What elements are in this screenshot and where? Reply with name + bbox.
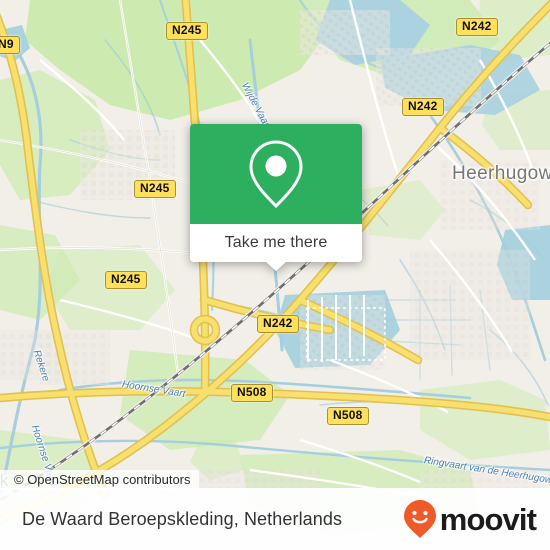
place-title: De Waard Beroepskleding, Netherlands	[22, 508, 343, 529]
map-vector-layer	[0, 0, 550, 550]
road-shield-n242-1: N242	[456, 18, 498, 36]
place-popup-card[interactable]: Take me there	[190, 124, 362, 271]
take-me-there-label: Take me there	[224, 234, 328, 251]
road-shield-n9-2: N9	[0, 36, 20, 54]
map-screenshot-root: N245 N242 N9 N242 N245 N245 N242 N508 N508 Wijde…	[0, 0, 550, 550]
location-pin-icon	[249, 140, 303, 209]
moovit-smiley-pin-icon	[403, 500, 436, 538]
road-shield-n245-4: N245	[134, 180, 176, 198]
road-shield-n508-8: N508	[327, 407, 369, 425]
osm-attribution-text: © OpenStreetMap contributors	[14, 472, 191, 487]
popup-tail-arrow	[266, 262, 286, 271]
footer-bar: De Waard Beroepskleding, Netherlands moo…	[0, 488, 550, 550]
road-shield-n508-7: N508	[231, 384, 273, 402]
map-canvas[interactable]: N245 N242 N9 N242 N245 N245 N242 N508 N508 Wijde…	[0, 0, 550, 550]
popup-action-row[interactable]: Take me there	[190, 224, 362, 262]
moovit-wordmark: moovit	[439, 501, 537, 537]
road-shield-n242-6: N242	[257, 315, 299, 333]
moovit-logo[interactable]: moovit	[403, 499, 537, 539]
road-shield-n242-3: N242	[402, 98, 444, 116]
popup-header	[190, 124, 362, 224]
road-shield-n245-5: N245	[105, 271, 147, 289]
road-shield-n245-0: N245	[166, 22, 208, 40]
osm-attribution[interactable]: © OpenStreetMap contributors	[0, 470, 199, 490]
